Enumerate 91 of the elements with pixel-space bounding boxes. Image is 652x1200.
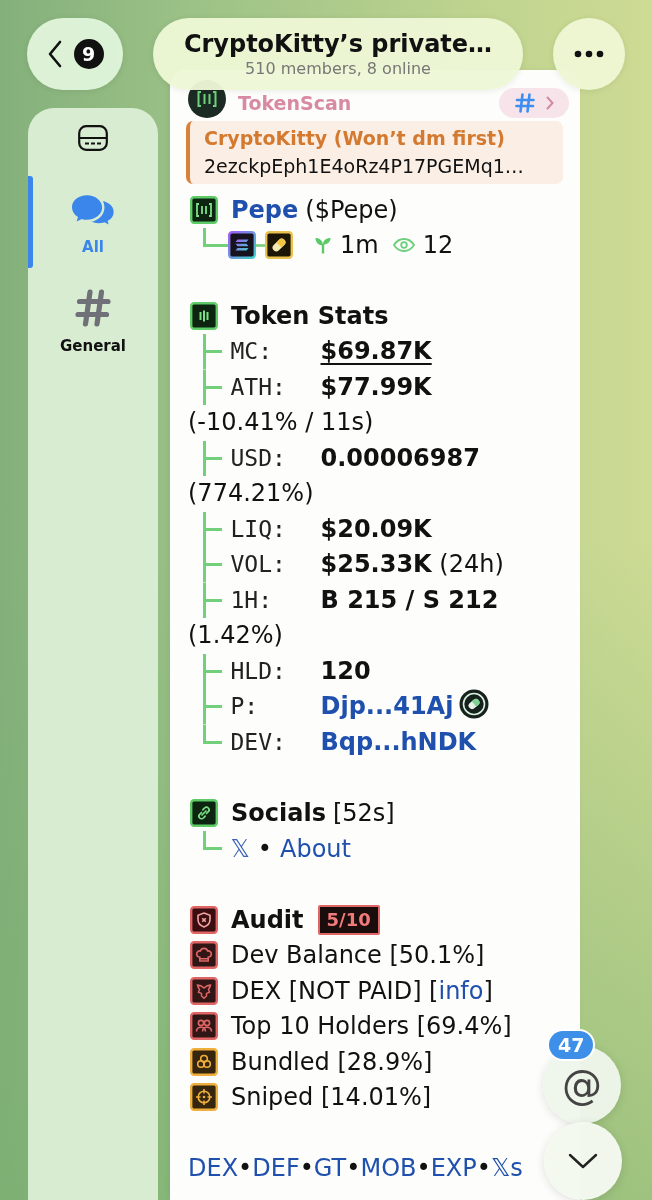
token-age: 1m <box>340 231 379 260</box>
stat-change: (-10.41% / 11s) <box>188 408 374 436</box>
link-separator: • <box>346 1153 361 1182</box>
sidebar-tab[interactable]: General <box>28 276 158 368</box>
tree-branch-line <box>202 440 222 476</box>
tree-branch-line <box>202 547 222 583</box>
audit-item-text: Dev Balance [50.1%] <box>231 941 485 970</box>
link-separator: • <box>238 1153 253 1182</box>
footer-link[interactable]: DEF <box>252 1153 300 1182</box>
link-separator: • <box>257 834 272 863</box>
unread-count-badge: 9 <box>73 39 104 69</box>
token-symbol: ($Pepe) <box>305 195 398 224</box>
scroll-down-button[interactable] <box>544 1122 622 1200</box>
address-link[interactable]: Bqp...hNDK <box>320 727 477 756</box>
chat-subtitle: 510 members, 8 online <box>245 58 431 79</box>
stripes-icon <box>228 231 256 260</box>
token-name-link[interactable]: Pepe <box>231 195 299 224</box>
stat-change: (774.21%) <box>188 479 314 507</box>
audit-item-text: Top 10 Holders [69.4%] <box>231 1012 512 1041</box>
tree-branch-line <box>256 243 265 247</box>
sprout-icon <box>315 236 331 255</box>
stat-label: HLD: <box>230 656 287 686</box>
reply-author: CryptoKitty (Won’t dm first) <box>204 126 506 151</box>
stat-value: 120 <box>320 656 371 685</box>
footer-link[interactable]: 𝕏s <box>490 1153 523 1182</box>
chat-header-pill[interactable]: CryptoKitty’s private… 510 members, 8 online <box>153 18 523 90</box>
stat-value: $25.33K <box>320 550 432 578</box>
chevron-down-icon <box>568 1153 598 1169</box>
address-link[interactable]: Djp...41Aj <box>320 692 454 720</box>
social-link[interactable]: 𝕏 <box>230 834 250 863</box>
section-title: Socials <box>231 799 326 828</box>
view-count: 12 <box>422 231 454 260</box>
audit-item-text: DEX [NOT PAID] [info] <box>231 976 493 1005</box>
stat-label: USD: <box>230 443 287 473</box>
chevron-right-icon <box>546 96 554 110</box>
stat-label: VOL: <box>230 550 287 579</box>
reply-text: 2ezckpEph1E4oRz4P17PGEMq1… <box>204 154 525 179</box>
section-title: Token Stats <box>231 302 389 331</box>
stat-label: DEV: <box>230 727 287 757</box>
stat-label: P: <box>230 692 260 721</box>
mention-count-badge: 47 <box>549 1031 594 1059</box>
tree-branch-line <box>202 227 228 247</box>
audit-item-text: Sniped [14.01%] <box>231 1083 432 1112</box>
tray-icon[interactable] <box>78 125 108 151</box>
topic-button[interactable] <box>499 88 569 118</box>
stat-value: $20.09K <box>320 514 432 543</box>
footer-link[interactable]: EXP <box>430 1153 477 1182</box>
audit-score-badge: 5/10 <box>317 904 380 935</box>
chevron-left-icon <box>46 40 63 68</box>
link-separator: • <box>416 1153 431 1182</box>
link-icon <box>190 799 218 828</box>
hash-icon <box>514 92 536 114</box>
more-button[interactable] <box>553 18 625 90</box>
brackets-icon <box>190 195 218 224</box>
pill-icon <box>265 231 293 260</box>
section-age: [52s] <box>332 799 395 828</box>
stat-value-link[interactable]: $69.87K <box>320 337 432 365</box>
stat-label: LIQ: <box>230 514 287 544</box>
tree-branch-line <box>202 653 222 689</box>
reply-quote[interactable]: CryptoKitty (Won’t dm first) 2ezckpEph1E4oRz4P17PGEMq1… <box>186 121 563 184</box>
link-separator: • <box>476 1153 491 1182</box>
tree-branch-line <box>202 334 222 370</box>
eye-icon <box>392 238 415 253</box>
stat-label: 1H: <box>230 585 274 615</box>
chat-title: CryptoKitty’s private… <box>183 29 493 59</box>
link-separator: • <box>299 1153 314 1182</box>
stat-label: MC: <box>230 337 274 366</box>
social-link[interactable]: About <box>280 834 351 863</box>
audit-item-text: Bundled [28.9%] <box>231 1047 433 1076</box>
tree-branch-line <box>202 831 222 850</box>
pill-badge-icon[interactable] <box>459 689 490 719</box>
stat-value: 0.00006987 <box>320 443 480 472</box>
footer-link[interactable]: DEX <box>188 1153 239 1182</box>
more-icon <box>574 50 604 58</box>
sender-name: TokenScan <box>238 92 352 116</box>
tree-branch-line <box>202 369 222 405</box>
tree-branch-line <box>202 582 222 618</box>
footer-link[interactable]: GT <box>313 1153 347 1182</box>
bars-icon <box>190 302 218 331</box>
stat-value: $77.99K <box>320 372 432 401</box>
stat-value: B 215 / S 212 <box>320 585 499 614</box>
shield-icon <box>190 905 218 934</box>
stat-label: ATH: <box>230 372 287 402</box>
stat-change: (1.42%) <box>188 621 283 649</box>
section-title: Audit <box>231 905 304 934</box>
stat-change: (24h) <box>439 550 504 578</box>
footer-link[interactable]: MOB <box>360 1153 417 1182</box>
back-button[interactable]: 9 <box>27 18 123 90</box>
hash-icon <box>75 288 111 328</box>
info-link[interactable]: info <box>438 976 484 1005</box>
tree-branch-line <box>202 511 222 547</box>
